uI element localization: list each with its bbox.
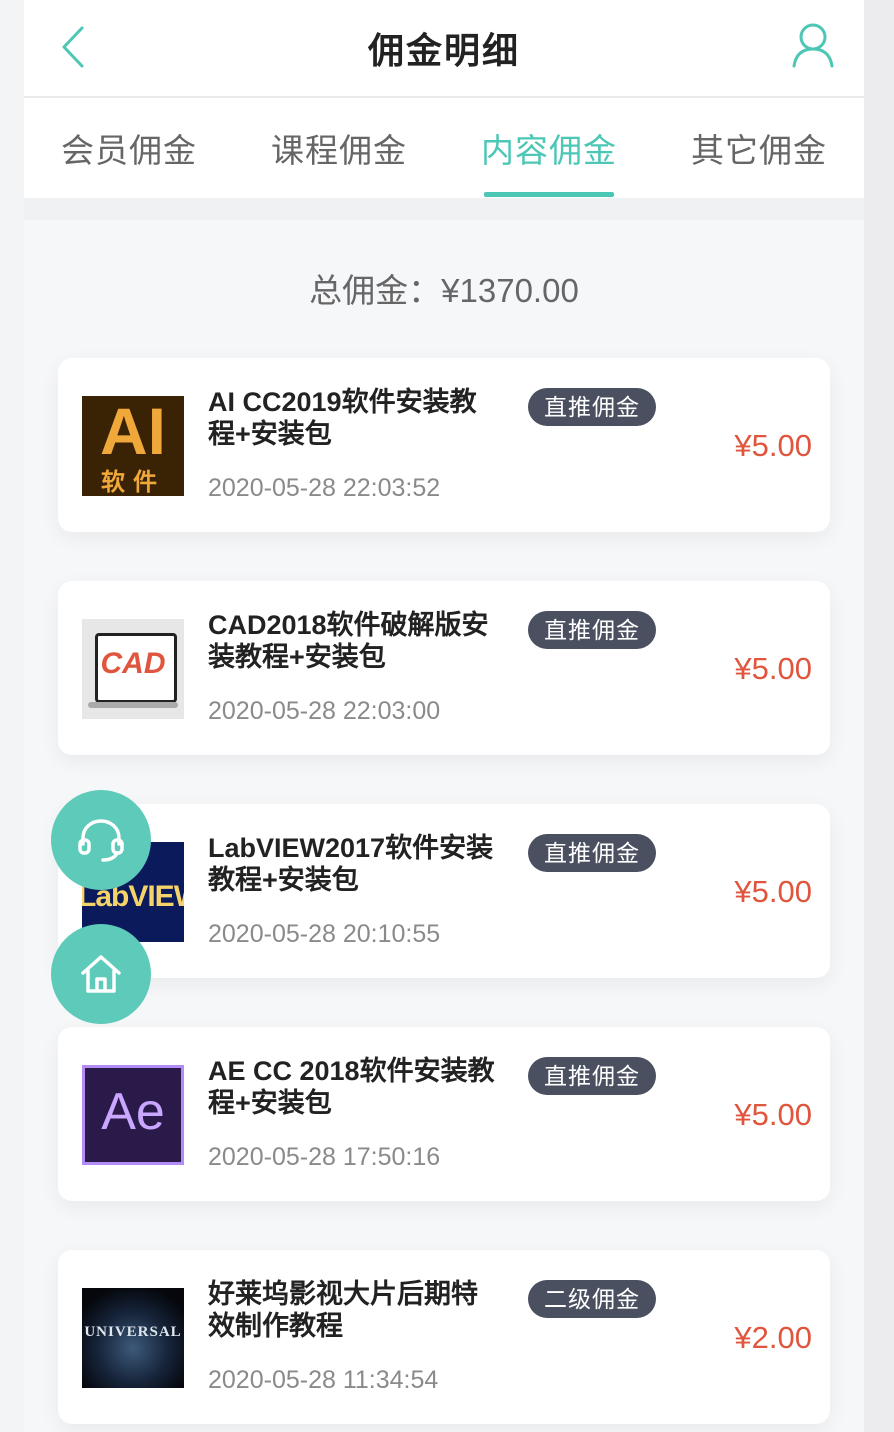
item-amount: ¥5.00 bbox=[734, 428, 812, 463]
item-amount: ¥2.00 bbox=[734, 1320, 812, 1355]
list-item[interactable]: LabVIEW LabVIEW2017软件安装 教程+安装包 直推佣金 2020… bbox=[58, 804, 830, 978]
commission-type-badge: 直推佣金 bbox=[528, 388, 656, 426]
header: 佣金明细 bbox=[24, 0, 864, 98]
headset-icon bbox=[78, 819, 124, 862]
item-time: 2020-05-28 20:10:55 bbox=[208, 920, 441, 948]
tab-content-commission[interactable]: 内容佣金 bbox=[444, 124, 654, 172]
item-time: 2020-05-28 22:03:52 bbox=[208, 474, 441, 502]
item-name: LabVIEW2017软件安装 教程+安装包 bbox=[208, 833, 494, 895]
commission-page: 佣金明细 会员佣金 课程佣金 内容佣金 其它佣金 总佣金：¥1370.00 AI… bbox=[24, 0, 864, 1432]
customer-service-button[interactable] bbox=[51, 790, 151, 890]
list-item[interactable]: UNIVERSAL 好莱坞影视大片后期特 效制作教程 二级佣金 2020-05-… bbox=[58, 1250, 830, 1424]
tab-bar: 会员佣金 课程佣金 内容佣金 其它佣金 bbox=[24, 98, 864, 198]
active-tab-indicator bbox=[484, 192, 614, 197]
commission-type-badge: 直推佣金 bbox=[528, 611, 656, 649]
profile-button[interactable] bbox=[790, 20, 836, 70]
commission-type-badge: 直推佣金 bbox=[528, 834, 656, 872]
list-item[interactable]: Ae AE CC 2018软件安装教 程+安装包 直推佣金 2020-05-28… bbox=[58, 1027, 830, 1201]
list-item[interactable]: CAD CAD2018软件破解版安 装教程+安装包 直推佣金 2020-05-2… bbox=[58, 581, 830, 755]
home-icon bbox=[81, 955, 121, 993]
item-name: AI CC2019软件安装教 程+安装包 bbox=[208, 387, 477, 449]
universal-logo-thumbnail: UNIVERSAL bbox=[82, 1288, 184, 1388]
item-name: 好莱坞影视大片后期特 效制作教程 bbox=[208, 1279, 478, 1341]
cad-software-thumbnail: CAD bbox=[82, 619, 184, 719]
tab-course-commission[interactable]: 课程佣金 bbox=[234, 124, 444, 172]
total-commission: 总佣金：¥1370.00 bbox=[309, 272, 579, 309]
commission-type-badge: 二级佣金 bbox=[528, 1280, 656, 1318]
user-icon bbox=[792, 23, 834, 68]
ai-software-thumbnail: AI 软件 bbox=[82, 396, 184, 496]
item-time: 2020-05-28 22:03:00 bbox=[208, 697, 441, 725]
item-amount: ¥5.00 bbox=[734, 874, 812, 909]
item-name: AE CC 2018软件安装教 程+安装包 bbox=[208, 1056, 495, 1118]
list-item[interactable]: AI 软件 AI CC2019软件安装教 程+安装包 直推佣金 2020-05-… bbox=[58, 358, 830, 532]
tab-other-commission[interactable]: 其它佣金 bbox=[654, 124, 864, 172]
tab-member-commission[interactable]: 会员佣金 bbox=[24, 124, 234, 172]
divider-band bbox=[24, 198, 864, 220]
scroll-edge bbox=[864, 0, 894, 1432]
item-time: 2020-05-28 11:34:54 bbox=[208, 1366, 439, 1394]
ae-software-thumbnail: Ae bbox=[82, 1065, 184, 1165]
item-amount: ¥5.00 bbox=[734, 651, 812, 686]
item-amount: ¥5.00 bbox=[734, 1097, 812, 1132]
commission-type-badge: 直推佣金 bbox=[528, 1057, 656, 1095]
home-button[interactable] bbox=[51, 924, 151, 1024]
item-time: 2020-05-28 17:50:16 bbox=[208, 1143, 441, 1171]
item-name: CAD2018软件破解版安 装教程+安装包 bbox=[208, 610, 489, 672]
page-title: 佣金明细 bbox=[367, 30, 520, 71]
